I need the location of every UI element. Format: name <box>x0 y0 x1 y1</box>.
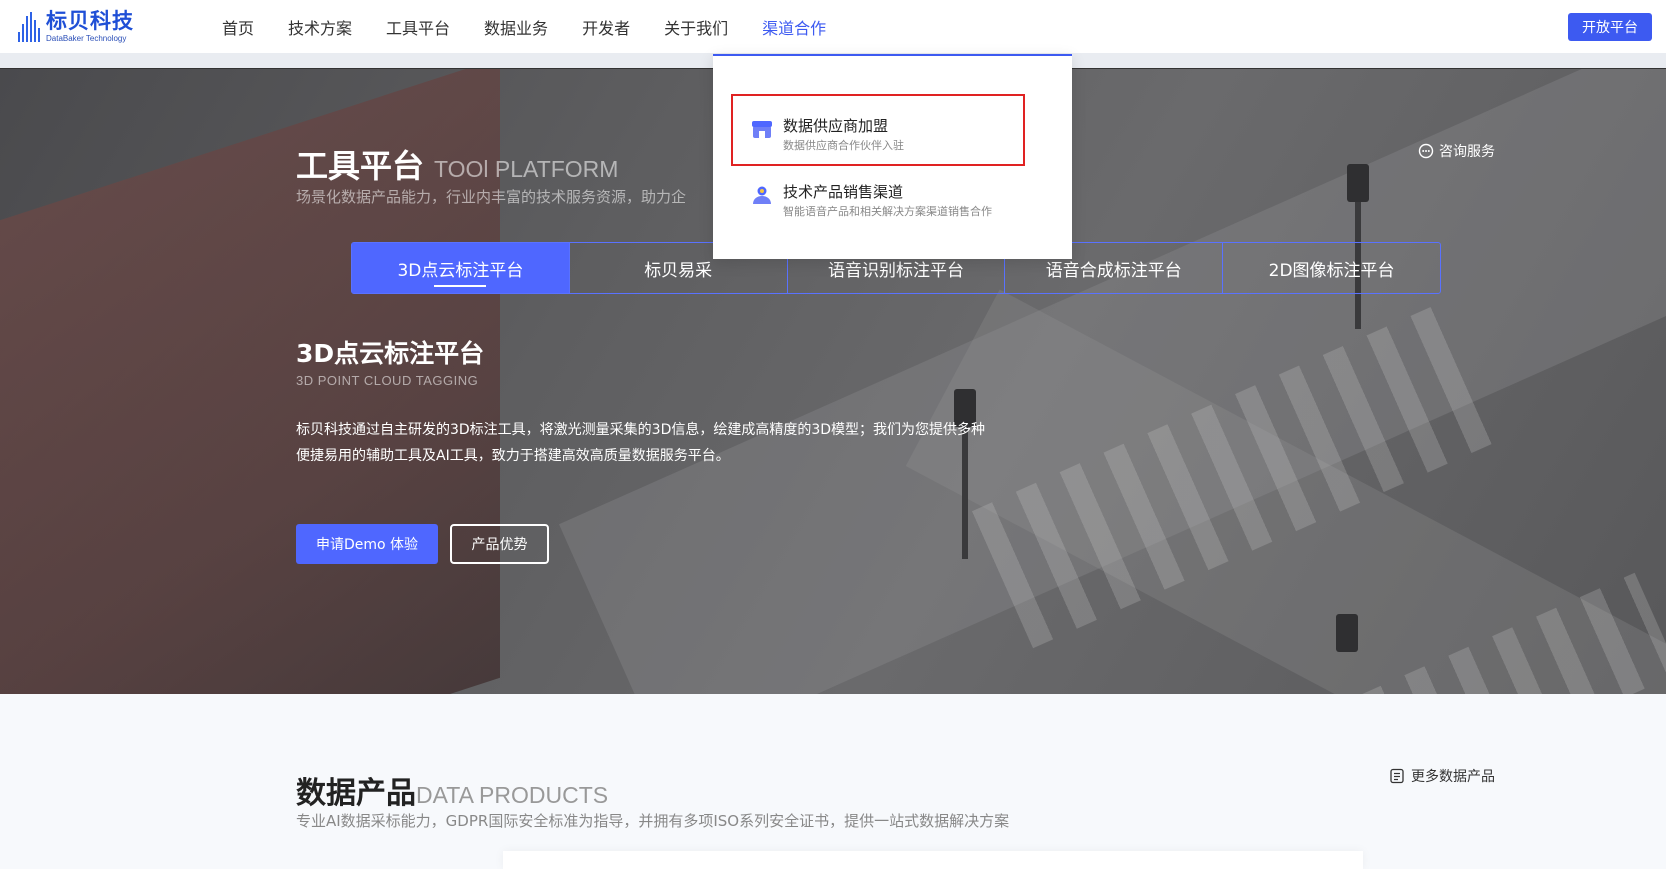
request-demo-button[interactable]: 申请Demo 体验 <box>296 524 438 564</box>
nav-about-us[interactable]: 关于我们 <box>664 15 728 39</box>
logo-name: 标贝科技 <box>46 9 134 33</box>
traffic-light-icon <box>1347 164 1369 202</box>
nav-tool-platform[interactable]: 工具平台 <box>386 15 450 39</box>
nav-home[interactable]: 首页 <box>222 15 254 39</box>
tab-3d-point-cloud[interactable]: 3D点云标注平台 <box>352 243 570 293</box>
nav-channel-partners[interactable]: 渠道合作 <box>762 15 826 39</box>
menu-item-sales-channel[interactable]: 技术产品销售渠道 智能语音产品和相关解决方案渠道销售合作 <box>751 182 992 220</box>
product-card <box>503 851 1363 869</box>
nav-developers[interactable]: 开发者 <box>582 15 630 39</box>
hero-subtitle: 场景化数据产品能力，行业内丰富的技术服务资源，助力企 <box>296 188 687 206</box>
menu-item-subtitle: 智能语音产品和相关解决方案渠道销售合作 <box>783 205 992 218</box>
open-platform-button[interactable]: 开放平台 <box>1568 13 1652 41</box>
data-products-subtitle: 专业AI数据采标能力，GDPR国际安全标准为指导，并拥有多项ISO系列安全证书，… <box>296 812 1010 830</box>
top-header: 标贝科技 DataBaker Technology 首页 技术方案 工具平台 数… <box>0 0 1666 53</box>
document-icon <box>1390 768 1404 784</box>
channel-dropdown-menu: 数据供应商加盟 数据供应商合作伙伴入驻 技术产品销售渠道 智能语音产品和相关解决… <box>713 54 1072 259</box>
traffic-light-icon-3 <box>1336 614 1358 652</box>
product-description: 标贝科技通过自主研发的3D标注工具，将激光测量采集的3D信息，绘建成高精度的3D… <box>296 422 986 464</box>
nav-solutions[interactable]: 技术方案 <box>288 15 352 39</box>
product-advantage-button[interactable]: 产品优势 <box>450 524 549 564</box>
store-icon <box>752 121 772 138</box>
nav-data-business[interactable]: 数据业务 <box>484 15 548 39</box>
menu-item-subtitle: 数据供应商合作伙伴入驻 <box>783 139 904 152</box>
main-nav: 首页 技术方案 工具平台 数据业务 开发者 关于我们 渠道合作 <box>222 0 860 53</box>
tab-2d-image[interactable]: 2D图像标注平台 <box>1223 243 1440 293</box>
logo[interactable]: 标贝科技 DataBaker Technology <box>18 8 148 46</box>
menu-item-title: 数据供应商加盟 <box>783 117 889 135</box>
consult-service-link[interactable]: 咨询服务 <box>1418 141 1495 161</box>
menu-item-data-supplier[interactable]: 数据供应商加盟 数据供应商合作伙伴入驻 <box>751 116 904 154</box>
chat-bubble-icon <box>1418 143 1434 159</box>
product-title: 3D点云标注平台 <box>296 339 485 368</box>
more-data-products-link[interactable]: 更多数据产品 <box>1389 766 1495 786</box>
hero-title: 工具平台 TOOl PLATFORM <box>296 147 619 185</box>
menu-item-title: 技术产品销售渠道 <box>783 183 904 201</box>
logo-subtitle: DataBaker Technology <box>46 34 127 43</box>
people-icon <box>753 186 771 204</box>
data-products-title: 数据产品 DATA PRODUCTS <box>296 776 609 811</box>
logo-bars-icon <box>18 12 40 42</box>
product-subtitle-en: 3D POINT CLOUD TAGGING <box>296 373 479 388</box>
